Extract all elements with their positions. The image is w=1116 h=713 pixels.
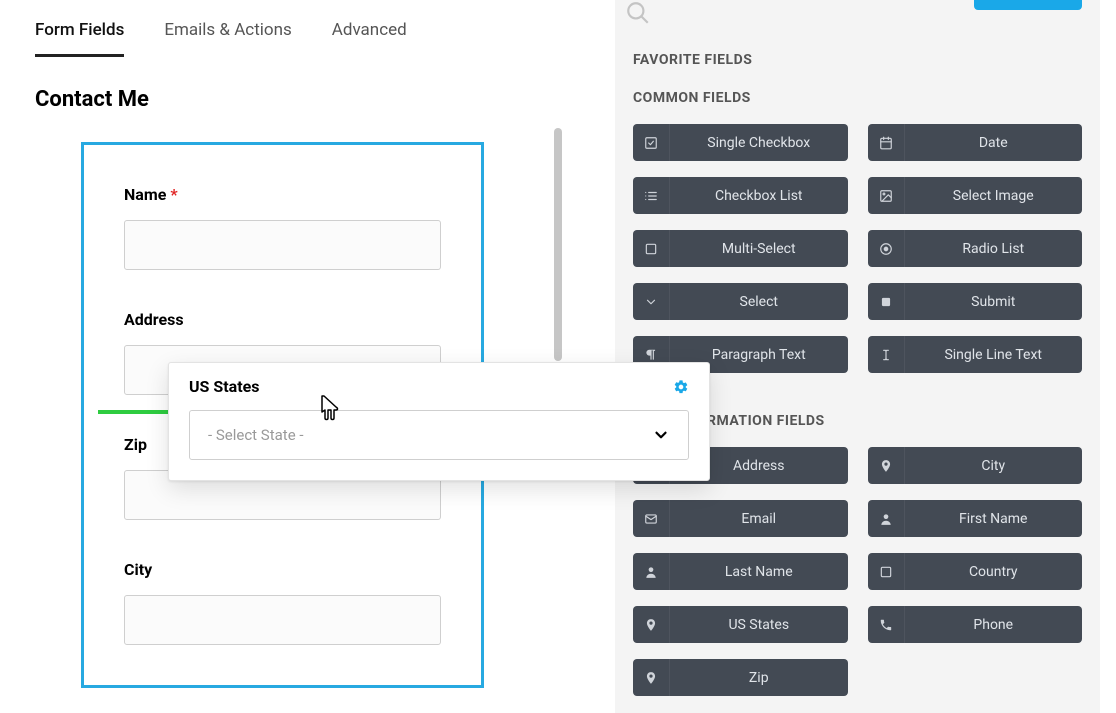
list-icon	[633, 177, 670, 214]
user-icon	[868, 500, 905, 537]
calendar-icon	[868, 124, 905, 161]
field-chip-label: First Name	[905, 500, 1083, 537]
form-title: Contact Me	[35, 87, 565, 112]
field-chip-label: Phone	[905, 606, 1083, 643]
field-chip-email[interactable]: Email	[633, 500, 848, 537]
field-chip-checkbox-list[interactable]: Checkbox List	[633, 177, 848, 214]
form-field-name[interactable]: Name *	[124, 185, 441, 270]
field-chip-label: Last Name	[670, 553, 848, 590]
state-select[interactable]: - Select State -	[189, 410, 689, 460]
name-label-text: Name	[124, 185, 166, 204]
tab-advanced[interactable]: Advanced	[332, 20, 407, 57]
name-label: Name *	[124, 185, 441, 204]
field-chip-label: Radio List	[905, 230, 1083, 267]
field-chip-multi-select[interactable]: Multi-Select	[633, 230, 848, 267]
map-marker-icon	[633, 659, 670, 696]
name-input[interactable]	[124, 220, 441, 270]
field-chip-label: Country	[905, 553, 1083, 590]
field-chip-label: Zip	[670, 659, 848, 696]
field-chip-select[interactable]: Select	[633, 283, 848, 320]
field-chip-label: Select	[670, 283, 848, 320]
user-info-fields-grid: AddressCityEmailFirst NameLast NameCount…	[633, 447, 1082, 696]
field-chip-radio-list[interactable]: Radio List	[868, 230, 1083, 267]
required-mark: *	[170, 185, 177, 204]
favorite-fields-header: FAVORITE FIELDS	[633, 52, 1082, 68]
field-chip-single-checkbox[interactable]: Single Checkbox	[633, 124, 848, 161]
common-fields-header: COMMON FIELDS	[633, 90, 1082, 106]
envelope-icon	[633, 500, 670, 537]
square-icon	[868, 553, 905, 590]
city-input[interactable]	[124, 595, 441, 645]
field-chip-label: Date	[905, 124, 1083, 161]
field-chip-zip[interactable]: Zip	[633, 659, 848, 696]
field-chip-label: Email	[670, 500, 848, 537]
field-chip-submit[interactable]: Submit	[868, 283, 1083, 320]
map-marker-icon	[868, 447, 905, 484]
field-chip-label: Checkbox List	[670, 177, 848, 214]
fields-palette: FAVORITE FIELDS COMMON FIELDS Single Che…	[615, 0, 1100, 713]
image-icon	[868, 177, 905, 214]
field-chip-country[interactable]: Country	[868, 553, 1083, 590]
field-chip-label: US States	[670, 606, 848, 643]
phone-icon	[868, 606, 905, 643]
field-chip-select-image[interactable]: Select Image	[868, 177, 1083, 214]
square-solid-icon	[868, 283, 905, 320]
builder-tabs: Form Fields Emails & Actions Advanced	[35, 0, 565, 57]
field-chip-city[interactable]: City	[868, 447, 1083, 484]
field-chip-us-states[interactable]: US States	[633, 606, 848, 643]
field-chip-label: Multi-Select	[670, 230, 848, 267]
chevron-down-icon	[633, 283, 670, 320]
field-chip-label: City	[905, 447, 1083, 484]
dot-circle-icon	[868, 230, 905, 267]
text-cursor-icon	[868, 336, 905, 373]
field-chip-last-name[interactable]: Last Name	[633, 553, 848, 590]
address-label: Address	[124, 310, 441, 329]
search-icon[interactable]	[625, 0, 651, 26]
chevron-down-icon	[652, 426, 670, 444]
scrollbar[interactable]	[554, 128, 562, 361]
tab-form-fields[interactable]: Form Fields	[35, 20, 124, 57]
tab-emails-actions[interactable]: Emails & Actions	[164, 20, 291, 57]
city-label: City	[124, 560, 441, 579]
field-chip-phone[interactable]: Phone	[868, 606, 1083, 643]
field-chip-single-line-text[interactable]: Single Line Text	[868, 336, 1083, 373]
common-fields-grid: Single Checkbox Date Checkbox List Select I…	[633, 124, 1082, 373]
check-square-icon	[633, 124, 670, 161]
map-marker-icon	[633, 606, 670, 643]
drag-preview-us-states[interactable]: US States - Select State -	[168, 362, 710, 481]
primary-action-button[interactable]	[974, 0, 1082, 10]
field-chip-label: Single Checkbox	[670, 124, 848, 161]
field-chip-first-name[interactable]: First Name	[868, 500, 1083, 537]
field-chip-date[interactable]: Date	[868, 124, 1083, 161]
square-icon	[633, 230, 670, 267]
field-chip-label: Single Line Text	[905, 336, 1083, 373]
field-chip-label: Select Image	[905, 177, 1083, 214]
form-field-city[interactable]: City	[124, 560, 441, 645]
form-builder-panel: Form Fields Emails & Actions Advanced Co…	[35, 0, 565, 688]
field-chip-label: Submit	[905, 283, 1083, 320]
state-select-placeholder: - Select State -	[208, 426, 304, 444]
user-icon	[633, 553, 670, 590]
gear-icon[interactable]	[673, 379, 689, 395]
drag-card-title: US States	[189, 377, 259, 396]
